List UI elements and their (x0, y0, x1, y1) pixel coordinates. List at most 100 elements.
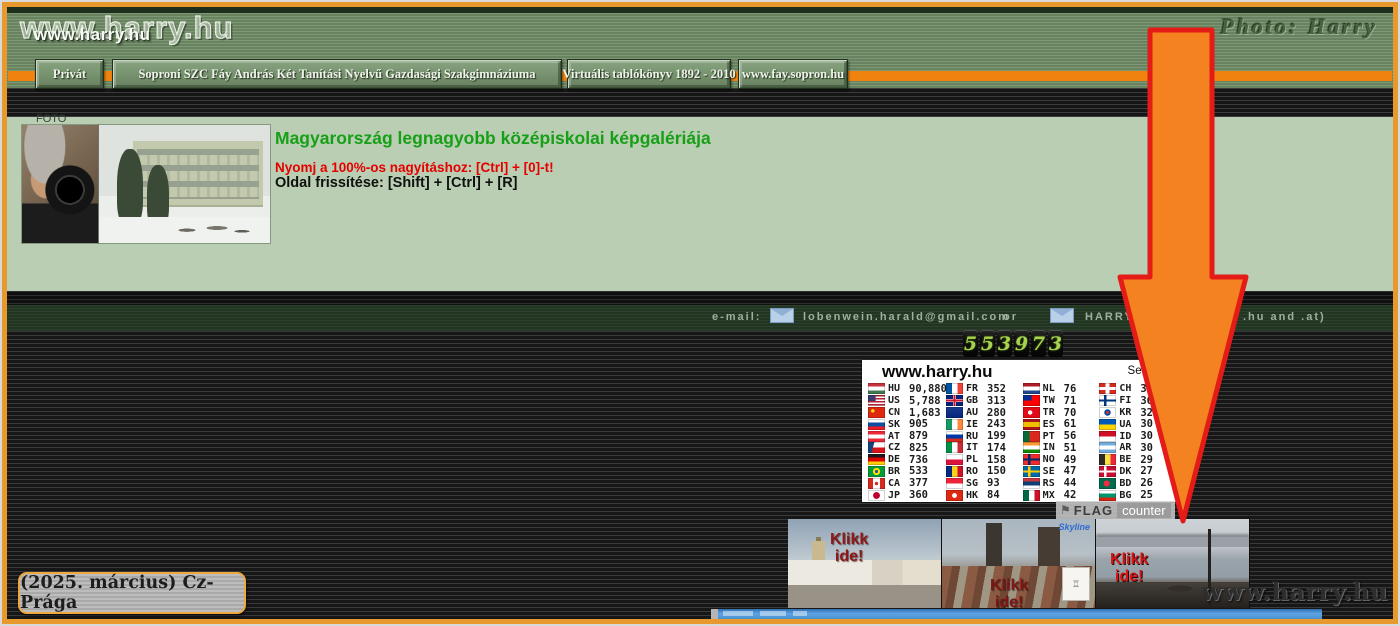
flag-row: TR70 (1023, 407, 1100, 419)
country-code: RO (966, 466, 985, 477)
country-code: CH (1119, 383, 1138, 394)
email-bar (7, 305, 1393, 331)
horizontal-scrollbar[interactable] (718, 609, 1322, 619)
scrollbar-cap (711, 609, 718, 619)
it-flag-icon (946, 442, 963, 453)
nav-button-privat[interactable]: Privát (35, 59, 104, 89)
visit-count: 25 (1140, 489, 1153, 501)
flag-column: NL76TW71TR70ES61PT56IN51NO49SE47RS44MX42 (1023, 383, 1100, 500)
flag-counter-see-link[interactable]: See (1128, 365, 1148, 377)
flag-row: ID30 (1099, 430, 1176, 442)
pt-flag-icon (1023, 431, 1040, 442)
country-code: HU (888, 383, 907, 394)
visit-count: 199 (987, 430, 1006, 442)
country-code: JP (888, 490, 907, 501)
hu-flag-icon (868, 383, 885, 394)
flag-row: CN1,683 (868, 407, 946, 419)
visit-count: 42 (1064, 489, 1077, 501)
visit-count: 533 (909, 465, 928, 477)
email-address-2-start[interactable]: HARRY( (1085, 311, 1139, 323)
country-code: IN (1043, 442, 1062, 453)
rs-flag-icon (1023, 478, 1040, 489)
webcam-thumbnail-prague-oldtown[interactable]: ♖ Skyline Klikk ide! (942, 519, 1095, 608)
gb-flag-icon (946, 395, 963, 406)
visit-count: 243 (987, 418, 1006, 430)
ie-flag-icon (946, 419, 963, 430)
counter-digit: 5 (963, 330, 978, 357)
visit-count: 377 (909, 477, 928, 489)
webcam-thumbnail-sopron[interactable]: Klikk ide! (788, 519, 941, 608)
flag-row: PL158 (946, 454, 1023, 466)
klikk-ide-link[interactable]: Klikk ide! (1110, 551, 1148, 585)
portrait-photo[interactable] (22, 125, 98, 243)
klikk-ide-link[interactable]: Klikk ide! (830, 531, 868, 565)
country-code: ES (1043, 419, 1062, 430)
flag-row: BE29 (1099, 454, 1176, 466)
nav-button-fay-sopron[interactable]: www.fay.sopron.hu (738, 59, 848, 89)
country-code: FI (1119, 395, 1138, 406)
ua-flag-icon (1099, 419, 1116, 430)
flag-row: DK27 (1099, 466, 1176, 478)
be-flag-icon (1099, 454, 1116, 465)
visit-count: 280 (987, 407, 1006, 419)
page-title: Magyarország legnagyobb középiskolai kép… (275, 128, 711, 149)
visit-count: 158 (987, 454, 1006, 466)
counter-digit: 9 (1014, 330, 1029, 357)
kr-flag-icon (1099, 407, 1116, 418)
refresh-tip-text: Oldal frissítése: [Shift] + [Ctrl] + [R] (275, 175, 518, 191)
flag-row: FI36 (1099, 395, 1176, 407)
visit-count: 879 (909, 430, 928, 442)
visit-count: 47 (1064, 465, 1077, 477)
email-label: e-mail: (712, 311, 761, 323)
flag-row: ES61 (1023, 418, 1100, 430)
country-code: US (888, 395, 907, 406)
visit-count: 360 (909, 489, 928, 501)
visit-count: 93 (987, 477, 1000, 489)
ca-flag-icon (868, 478, 885, 489)
school-photo[interactable] (99, 125, 270, 243)
flag-row: IN51 (1023, 442, 1100, 454)
se-flag-icon (1023, 466, 1040, 477)
envelope-icon (770, 308, 794, 323)
at-flag-icon (868, 431, 885, 442)
square-shape (788, 585, 941, 608)
country-code: IT (966, 442, 985, 453)
visit-count: 150 (987, 465, 1006, 477)
country-code: CA (888, 478, 907, 489)
counter-digit: 3 (1048, 330, 1063, 357)
email-or-label: or (1003, 311, 1018, 323)
visit-count: 84 (987, 489, 1000, 501)
flag-counter-widget[interactable]: www.harry.hu See HU90,880US5,788CN1,683S… (862, 360, 1178, 502)
pl-flag-icon (946, 454, 963, 465)
footer-site-logo: www.harry.hu (1201, 577, 1388, 606)
au-flag-icon (946, 407, 963, 418)
visitor-counter: 553973 (963, 330, 1063, 357)
es-flag-icon (1023, 419, 1040, 430)
country-code: NL (1043, 383, 1062, 394)
fr-flag-icon (946, 383, 963, 394)
nav-button-tablokonyv[interactable]: Virtuális tablókönyv 1892 - 2010 (567, 59, 731, 89)
nav-button-school[interactable]: Soproni SZC Fáy András Két Tanítási Nyel… (112, 59, 562, 89)
email-address-2-end[interactable]: .hu and .at) (1243, 311, 1326, 323)
klikk-ide-link[interactable]: Klikk ide! (990, 577, 1028, 608)
flag-row: SG93 (946, 477, 1023, 489)
photo-credit-text: Photo: Harry (1220, 14, 1378, 40)
visit-count: 70 (1064, 407, 1077, 419)
flagcounter-logo[interactable]: ⚑ FLAG counter (1056, 501, 1175, 519)
country-code: PL (966, 454, 985, 465)
visit-count: 30 (1140, 442, 1153, 454)
album-link-cz-praga[interactable]: (2025. március) Cz-Prága (18, 572, 246, 614)
flag-row: HU90,880 (868, 383, 946, 395)
visit-count: 5,788 (909, 395, 941, 407)
email-address-1[interactable]: lobenwein.harald@gmail.com (803, 311, 1010, 323)
flag-row: AT879 (868, 430, 946, 442)
cz-flag-icon (868, 442, 885, 453)
country-code: CZ (888, 442, 907, 453)
tree-shape (117, 149, 143, 225)
visit-count: 27 (1140, 465, 1153, 477)
country-code: AR (1119, 442, 1138, 453)
flag-row: NO49 (1023, 454, 1100, 466)
flag-row: HK84 (946, 489, 1023, 501)
country-code: HK (966, 490, 985, 501)
country-code: NO (1043, 454, 1062, 465)
